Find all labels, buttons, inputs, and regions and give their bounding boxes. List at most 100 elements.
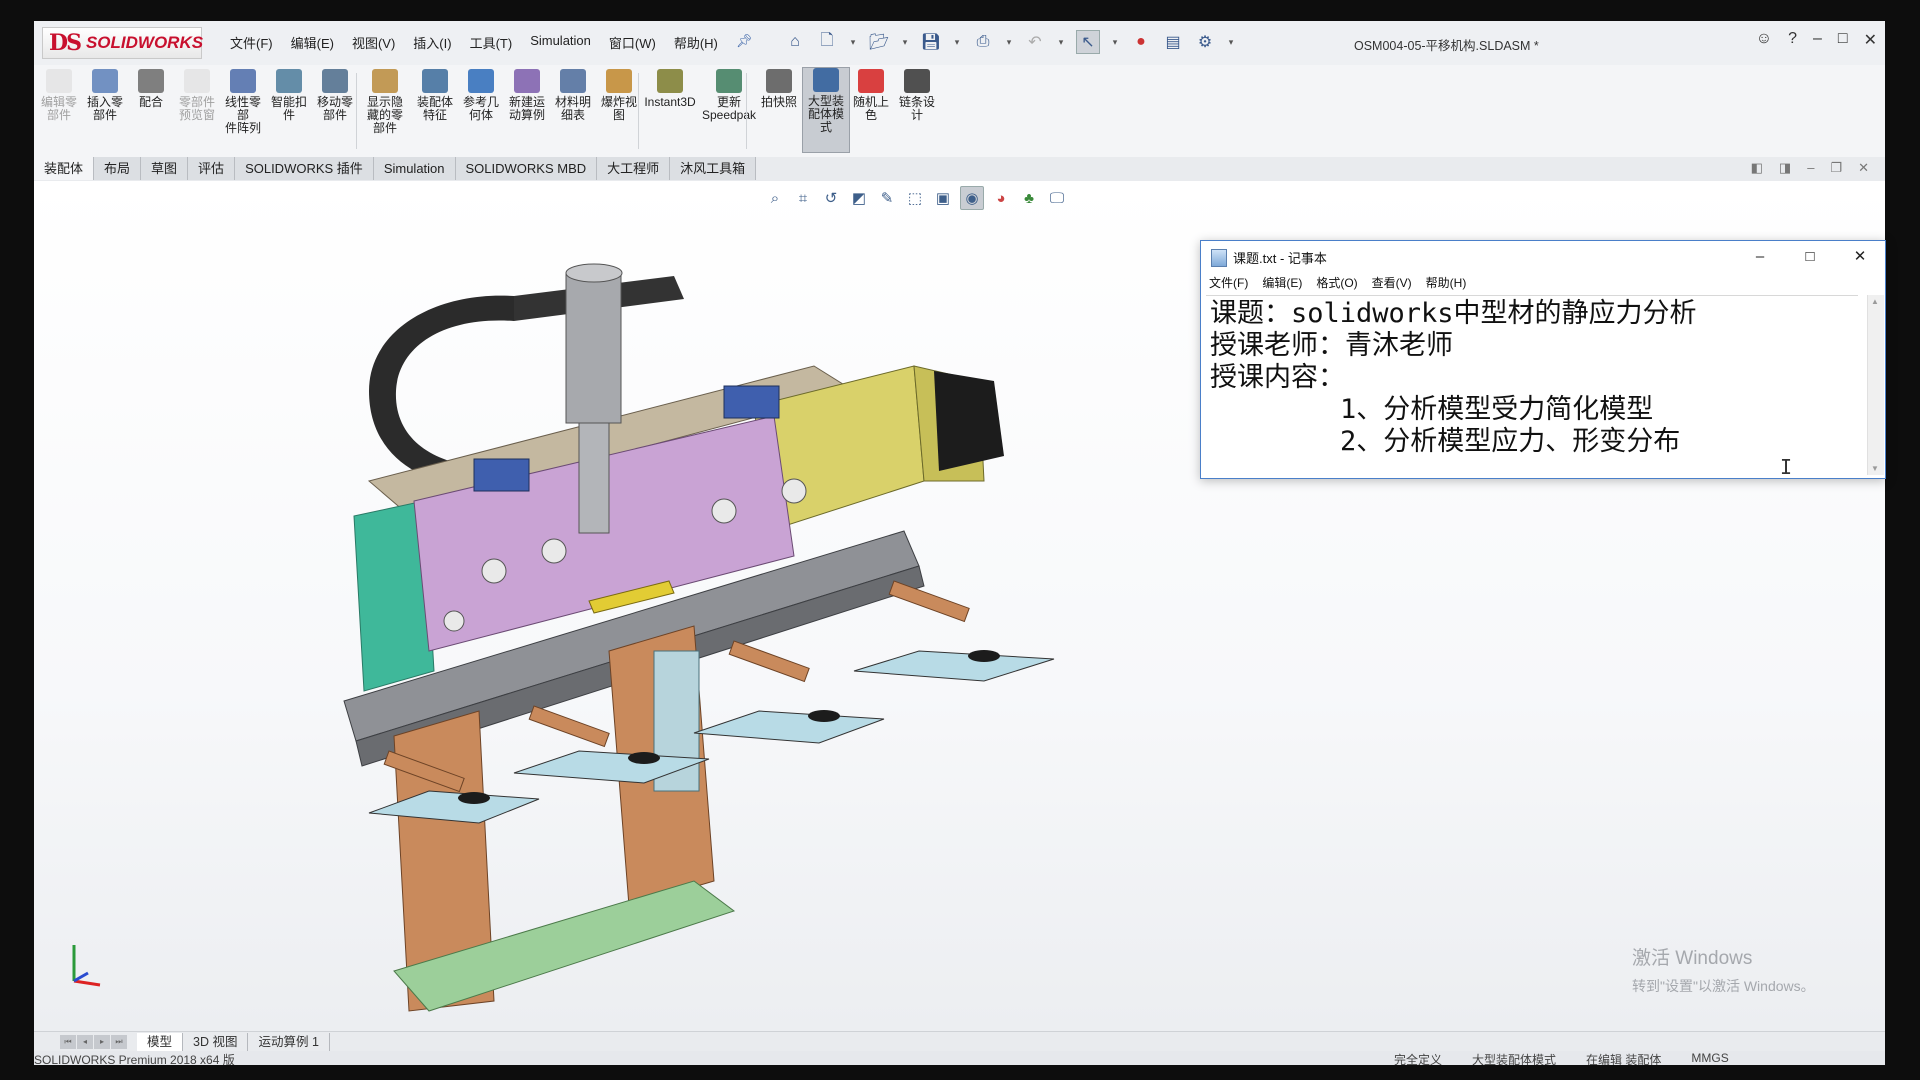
ribbon-button[interactable]: 智能扣 件 [266,69,312,122]
ribbon-button[interactable]: 装配体 特征 [412,69,458,122]
new-document-icon[interactable]: 🗋 [816,31,838,53]
command-tab[interactable]: 评估 [188,157,236,180]
command-tab[interactable]: 沐风工具箱 [670,157,757,180]
menu-edit[interactable]: 编辑(E) [291,33,334,52]
ribbon-button[interactable]: 链条设 计 [894,69,940,122]
file-properties-icon[interactable]: ▤ [1162,31,1184,53]
doc-close-icon[interactable]: ✕ [1858,160,1869,176]
zoom-to-fit-icon[interactable]: ⌕ [764,187,786,209]
document-window-controls: ◧ ◨ – ❐ ✕ [1751,160,1869,176]
user-icon[interactable]: ☺ [1756,30,1772,50]
notepad-maximize-icon[interactable]: □ [1785,241,1835,271]
menu-insert[interactable]: 插入(I) [413,33,451,52]
undo-icon[interactable]: ↶ [1024,31,1046,53]
options-dropdown-icon[interactable]: ▾ [1226,31,1236,53]
tab-motion-study[interactable]: 运动算例 1 [248,1032,330,1051]
ribbon-button[interactable]: 参考几 何体 [458,69,504,122]
menu-simulation[interactable]: Simulation [530,33,591,52]
ribbon-button[interactable]: 大型装 配体模 式 [802,67,850,153]
command-tab[interactable]: SOLIDWORKS MBD [455,157,598,180]
menu-file[interactable]: 文件(F) [230,33,273,52]
command-tab[interactable]: 布局 [94,157,142,180]
help-icon[interactable]: ? [1788,30,1797,50]
pin-icon[interactable]: 📌︎ [736,33,753,52]
save-dropdown-icon[interactable]: ▾ [952,31,962,53]
hide-show-items-icon[interactable]: ◉ [960,186,984,210]
notepad-title-bar[interactable]: 课题.txt - 记事本 – □ ✕ [1201,241,1885,271]
ribbon-button[interactable]: 线性零部 件阵列 [220,69,266,135]
print-dropdown-icon[interactable]: ▾ [1004,31,1014,53]
select-dropdown-icon[interactable]: ▾ [1110,31,1120,53]
section-view-icon[interactable]: ◩ [848,187,870,209]
ribbon-button[interactable]: 爆炸视 图 [596,69,642,122]
undo-dropdown-icon[interactable]: ▾ [1056,31,1066,53]
tab-3d-view[interactable]: 3D 视图 [183,1032,249,1051]
prev-tab-arrow-icon[interactable]: ◂ [77,1034,93,1049]
solidworks-logo[interactable]: DS SOLIDWORKS [42,27,203,59]
notepad-text-area[interactable]: 课题：solidworks中型材的静应力分析 授课老师：青沐老师 授课内容： 1、分… [1206,295,1858,475]
new-dropdown-icon[interactable]: ▾ [848,31,858,53]
command-tab[interactable]: Simulation [373,157,456,180]
ribbon-button[interactable]: 编辑零 部件 [36,69,82,122]
ribbon-button[interactable]: 拍快照 [756,69,802,109]
ribbon-button[interactable]: 插入零 部件 [82,69,128,122]
ribbon-button[interactable]: 配合 [128,69,174,109]
first-tab-arrow-icon[interactable]: ⏮ [60,1034,76,1049]
apply-scene-icon[interactable]: ♣ [1018,187,1040,209]
options-gear-icon[interactable]: ⚙ [1194,31,1216,53]
dynamic-annotation-icon[interactable]: ✎ [876,187,898,209]
open-dropdown-icon[interactable]: ▾ [900,31,910,53]
command-tab[interactable]: 装配体 [34,157,95,180]
next-tab-arrow-icon[interactable]: ▸ [94,1034,110,1049]
notepad-minimize-icon[interactable]: – [1735,241,1785,271]
edit-appearance-icon[interactable]: ◕ [990,187,1012,209]
menu-tools[interactable]: 工具(T) [470,33,513,52]
display-style-icon[interactable]: ▣ [932,187,954,209]
select-arrow-icon[interactable]: ↖ [1076,30,1100,54]
notepad-menu-file[interactable]: 文件(F) [1209,274,1248,291]
notepad-menu-help[interactable]: 帮助(H) [1426,274,1467,291]
command-tab[interactable]: SOLIDWORKS 插件 [235,157,374,180]
notepad-menu-edit[interactable]: 编辑(E) [1262,274,1302,291]
doc-restore-icon[interactable]: ❐ [1830,160,1842,176]
ribbon-button[interactable]: Instant3D [642,69,698,109]
save-icon[interactable]: 💾︎ [920,31,942,53]
open-folder-icon[interactable]: 📂︎ [868,31,890,53]
ribbon-button[interactable]: 显示隐 藏的零 部件 [362,69,408,135]
view-settings-monitor-icon[interactable]: 🖵︎ [1046,187,1068,209]
ribbon-separator [356,73,357,149]
scroll-down-arrow-icon[interactable]: ▼ [1871,464,1879,473]
view-orientation-icon[interactable]: ⬚ [904,187,926,209]
command-tab[interactable]: 大工程师 [597,157,671,180]
notepad-menu-format[interactable]: 格式(O) [1316,274,1357,291]
tab-model[interactable]: 模型 [137,1032,184,1051]
ribbon-button[interactable]: 零部件 预览窗 [174,69,220,122]
notepad-scrollbar[interactable]: ▲ ▼ [1867,295,1884,475]
ribbon-button[interactable]: 随机上 色 [848,69,894,122]
menu-view[interactable]: 视图(V) [352,33,395,52]
menu-help[interactable]: 帮助(H) [674,33,718,52]
minimize-icon[interactable]: – [1813,30,1822,50]
command-tab[interactable]: 草图 [141,157,189,180]
notepad-window[interactable]: 课题.txt - 记事本 – □ ✕ 文件(F) 编辑(E) 格式(O) 查看(… [1200,240,1886,479]
traffic-light-icon[interactable]: ● [1130,31,1152,53]
tile-right-icon[interactable]: ◨ [1779,160,1791,176]
last-tab-arrow-icon[interactable]: ⏭ [111,1034,127,1049]
ribbon-button[interactable]: 材料明 细表 [550,69,596,122]
menu-window[interactable]: 窗口(W) [609,33,656,52]
notepad-menu-view[interactable]: 查看(V) [1372,274,1412,291]
notepad-close-icon[interactable]: ✕ [1835,241,1885,271]
close-icon[interactable]: ✕ [1864,30,1877,50]
ribbon-button[interactable]: 更新 Speedpak [700,69,758,122]
print-icon[interactable]: ⎙ [972,31,994,53]
status-units[interactable]: MMGS [1691,1051,1728,1065]
ribbon-button[interactable]: 移动零 部件 [312,69,358,122]
maximize-icon[interactable]: □ [1838,30,1848,50]
doc-minimize-icon[interactable]: – [1807,160,1814,176]
ribbon-button[interactable]: 新建运 动算例 [504,69,550,122]
scroll-up-arrow-icon[interactable]: ▲ [1871,297,1879,306]
tile-left-icon[interactable]: ◧ [1751,160,1763,176]
previous-view-icon[interactable]: ↺ [820,187,842,209]
zoom-area-icon[interactable]: ⌗ [792,187,814,209]
home-icon[interactable]: ⌂ [784,31,806,53]
